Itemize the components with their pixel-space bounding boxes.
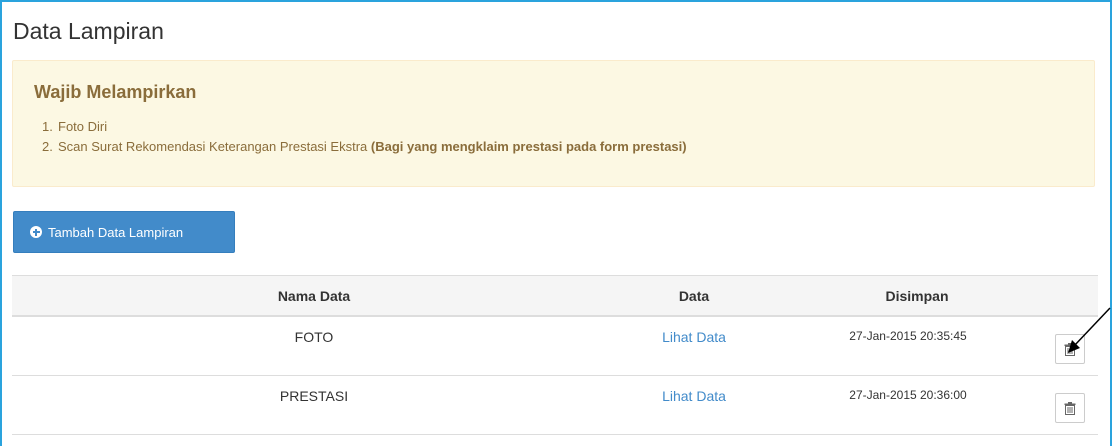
table-header: Nama Data Data Disimpan: [12, 275, 1098, 317]
list-item-number: 2.: [42, 139, 53, 154]
cell-nama-data: FOTO: [294, 329, 334, 345]
column-header-disimpan: Disimpan: [885, 288, 949, 304]
required-attachments-list: 1. Foto Diri 2. Scan Surat Rekomendasi Ket…: [34, 117, 687, 157]
list-item-text: Scan Surat Rekomendasi Keterangan Presta…: [58, 139, 371, 154]
list-item-text: Foto Diri: [58, 119, 108, 134]
view-data-link[interactable]: Lihat Data: [662, 388, 726, 404]
add-attachment-button[interactable]: Tambah Data Lampiran: [13, 211, 235, 253]
cell-disimpan: 27-Jan-2015 20:35:45: [849, 329, 967, 343]
list-item: 1. Foto Diri: [34, 117, 687, 137]
list-item-number: 1.: [42, 119, 53, 134]
list-item: 2. Scan Surat Rekomendasi Keterangan Pres…: [34, 137, 687, 157]
alert-title: Wajib Melampirkan: [34, 82, 197, 102]
column-header-nama-data: Nama Data: [277, 288, 351, 304]
add-attachment-label: Tambah Data Lampiran: [48, 224, 184, 240]
list-item-note: (Bagi yang mengklaim prestasi pada form …: [370, 139, 687, 154]
required-attachments-alert: Wajib Melampirkan 1. Foto Diri 2. Scan Sur…: [12, 60, 1095, 187]
cell-nama-data: PRESTASI: [279, 388, 349, 404]
delete-button[interactable]: [1055, 393, 1085, 423]
plus-circle-icon: [30, 226, 42, 238]
trash-icon: [1064, 401, 1076, 415]
column-header-data: Data: [678, 288, 710, 304]
attachments-table: Nama Data Data Disimpan FOTO Lihat Data …: [12, 275, 1098, 448]
arrow-icon: [1068, 307, 1111, 353]
table-row: FOTO Lihat Data 27-Jan-2015 20:35:45: [12, 317, 1098, 376]
cell-disimpan: 27-Jan-2015 20:36:00: [849, 388, 967, 402]
table-row: PRESTASI Lihat Data 27-Jan-2015 20:36:00: [12, 376, 1098, 435]
view-data-link[interactable]: Lihat Data: [662, 329, 726, 345]
page-title: Data Lampiran: [13, 18, 164, 44]
